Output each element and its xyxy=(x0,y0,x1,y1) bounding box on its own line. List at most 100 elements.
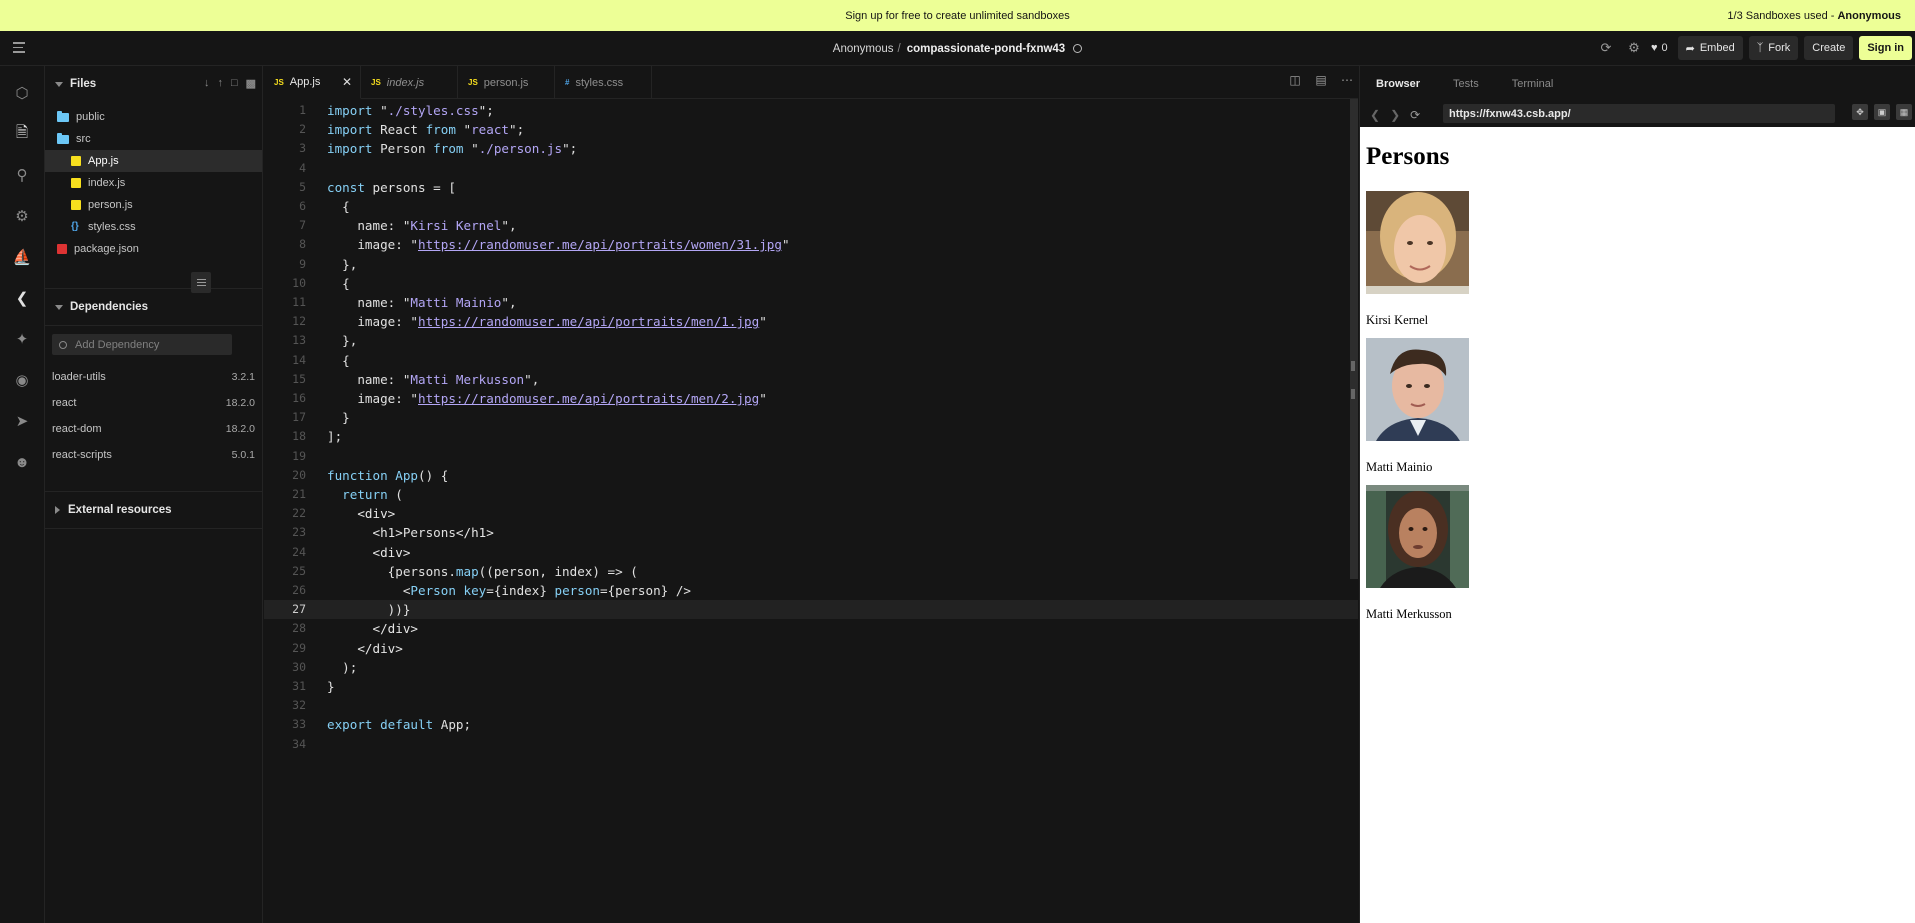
code-line[interactable]: 4 xyxy=(264,159,1358,178)
upload-icon[interactable]: ↑ xyxy=(217,77,223,90)
external-resources-header[interactable]: External resources xyxy=(45,492,262,528)
panel-resize-handle[interactable] xyxy=(1351,361,1355,401)
tab-styles-css[interactable]: # styles.css xyxy=(555,66,652,99)
code-line[interactable]: 8 image: "https://randomuser.me/api/port… xyxy=(264,235,1358,254)
code-line[interactable]: 5 const persons = [ xyxy=(264,178,1358,197)
code-line[interactable]: 18]; xyxy=(264,427,1358,446)
code-line[interactable]: 25 {persons.map((person, index) => ( xyxy=(264,562,1358,581)
signin-button[interactable]: Sign in xyxy=(1859,36,1912,60)
dependency-list-button[interactable] xyxy=(191,272,211,293)
download-icon[interactable]: ↓ xyxy=(204,77,210,90)
code-line[interactable]: 9 }, xyxy=(264,255,1358,274)
code-line[interactable]: 1 import "./styles.css"; xyxy=(264,101,1358,120)
dependency-name: react-dom xyxy=(52,423,102,435)
code-line[interactable]: 32 xyxy=(264,696,1358,715)
code-line[interactable]: 33 export default App; xyxy=(264,715,1358,734)
activity-bar: ⬡ 🗎 ⚲ ⚙ ⛵ ❮ ✦ ◉ ➤ ☻ xyxy=(0,66,45,923)
tab-tests[interactable]: Tests xyxy=(1453,78,1479,90)
tab-index-js[interactable]: JS index.js xyxy=(361,66,458,99)
cube-icon[interactable]: ⬡ xyxy=(11,82,33,104)
dependency-row[interactable]: react-scripts 5.0.1 xyxy=(45,442,262,468)
more-options-icon[interactable]: ⋯ xyxy=(1340,73,1354,87)
embed-button[interactable]: ➦ Embed xyxy=(1677,36,1743,60)
new-file-icon[interactable]: □ xyxy=(231,77,238,90)
refresh-icon[interactable]: ⟳ xyxy=(1595,36,1617,60)
code-line[interactable]: 29 </div> xyxy=(264,639,1358,658)
code-line[interactable]: 13 }, xyxy=(264,331,1358,350)
new-folder-icon[interactable]: ▩ xyxy=(246,77,256,90)
code-line[interactable]: 11 name: "Matti Mainio", xyxy=(264,293,1358,312)
github-icon[interactable]: ◉ xyxy=(11,369,33,391)
tree-item-package-json[interactable]: package.json xyxy=(45,238,262,260)
sandbox-name[interactable]: compassionate-pond-fxnw43 xyxy=(907,43,1065,55)
back-icon[interactable]: ❮ xyxy=(1370,108,1380,122)
split-vertical-icon[interactable]: ◫ xyxy=(1288,73,1302,87)
gear-icon[interactable]: ⚙ xyxy=(1623,36,1645,60)
editor-scrollbar[interactable] xyxy=(1350,99,1358,579)
code-line[interactable]: 27 ))} xyxy=(264,600,1358,620)
forward-icon[interactable]: ❯ xyxy=(1390,108,1400,122)
file-icon[interactable]: 🗎 xyxy=(11,123,33,145)
code-line[interactable]: 20 function App() { xyxy=(264,466,1358,485)
open-new-window-icon[interactable]: ▣ xyxy=(1874,104,1890,120)
code-line[interactable]: 6 { xyxy=(264,197,1358,216)
globe-icon[interactable] xyxy=(1073,44,1083,53)
code-line[interactable]: 34 xyxy=(264,735,1358,754)
dependency-row[interactable]: react 18.2.0 xyxy=(45,390,262,416)
tab-app-js[interactable]: JS App.js ✕ xyxy=(264,66,361,99)
vscode-icon[interactable]: ❮ xyxy=(11,287,33,309)
dependencies-header[interactable]: Dependencies xyxy=(45,289,262,325)
tree-item-src[interactable]: src xyxy=(45,128,262,150)
code-line[interactable]: 3 import Person from "./person.js"; xyxy=(264,139,1358,158)
code-line[interactable]: 22 <div> xyxy=(264,504,1358,523)
code-area[interactable]: 1 import "./styles.css"; 2 import React fro… xyxy=(264,99,1358,923)
url-input[interactable]: https://fxnw43.csb.app/ xyxy=(1443,104,1835,123)
code-line[interactable]: 23 <h1>Persons</h1> xyxy=(264,523,1358,542)
responsive-icon[interactable]: ✥ xyxy=(1852,104,1868,120)
hamburger-menu-icon[interactable] xyxy=(13,42,27,54)
code-line[interactable]: 12 image: "https://randomuser.me/api/por… xyxy=(264,312,1358,331)
tree-item-person-js[interactable]: person.js xyxy=(45,194,262,216)
code-line[interactable]: 19 xyxy=(264,447,1358,466)
search-icon[interactable]: ⚲ xyxy=(11,164,33,186)
ai-sparkle-icon[interactable]: ✦ xyxy=(11,328,33,350)
code-line[interactable]: 21 return ( xyxy=(264,485,1358,504)
team-icon[interactable]: ☻ xyxy=(11,451,33,473)
code-line[interactable]: 16 image: "https://randomuser.me/api/por… xyxy=(264,389,1358,408)
tree-item-app-js[interactable]: App.js xyxy=(45,150,262,172)
code-line[interactable]: 10 { xyxy=(264,274,1358,293)
split-horizontal-icon[interactable]: ▤ xyxy=(1314,73,1328,87)
fork-button[interactable]: ᛉ Fork xyxy=(1748,36,1799,60)
code-line[interactable]: 24 <div> xyxy=(264,543,1358,562)
dependency-row[interactable]: loader-utils 3.2.1 xyxy=(45,364,262,390)
code-line[interactable]: 15 name: "Matti Merkusson", xyxy=(264,370,1358,389)
tab-terminal[interactable]: Terminal xyxy=(1512,78,1554,90)
signup-banner[interactable]: Sign up for free to create unlimited san… xyxy=(0,0,1915,31)
code-line[interactable]: 17 } xyxy=(264,408,1358,427)
settings-icon[interactable]: ⚙ xyxy=(11,205,33,227)
reload-icon[interactable]: ⟳ xyxy=(1410,108,1420,122)
docker-icon[interactable]: ⛵ xyxy=(11,246,33,268)
tree-item-styles-css[interactable]: {} styles.css xyxy=(45,216,262,238)
code-line[interactable]: 7 name: "Kirsi Kernel", xyxy=(264,216,1358,235)
dependency-row[interactable]: react-dom 18.2.0 xyxy=(45,416,262,442)
tab-browser[interactable]: Browser xyxy=(1376,78,1420,90)
files-header[interactable]: Files ↓ ↑ □ ▩ xyxy=(45,66,262,102)
code-line[interactable]: 26 <Person key={index} person={person} /… xyxy=(264,581,1358,600)
tab-person-js[interactable]: JS person.js xyxy=(458,66,555,99)
code-line[interactable]: 30 ); xyxy=(264,658,1358,677)
close-icon[interactable]: ✕ xyxy=(342,75,352,89)
add-dependency-input[interactable]: Add Dependency xyxy=(52,334,232,355)
tree-item-index-js[interactable]: index.js xyxy=(45,172,262,194)
create-button[interactable]: Create xyxy=(1804,36,1854,60)
banner-text[interactable]: Sign up for free to create unlimited san… xyxy=(845,10,1069,22)
code-line[interactable]: 28 </div> xyxy=(264,619,1358,638)
fullscreen-icon[interactable]: ▦ xyxy=(1896,104,1912,120)
tree-item-public[interactable]: public xyxy=(45,106,262,128)
code-line[interactable]: 14 { xyxy=(264,351,1358,370)
code-line[interactable]: 31} xyxy=(264,677,1358,696)
deploy-rocket-icon[interactable]: ➤ xyxy=(11,410,33,432)
preview-frame[interactable]: Persons Kirsi Kernel Matti Mainio Matti … xyxy=(1360,127,1915,923)
code-line[interactable]: 2 import React from "react"; xyxy=(264,120,1358,139)
like-button[interactable]: ♥ 0 xyxy=(1651,42,1668,54)
